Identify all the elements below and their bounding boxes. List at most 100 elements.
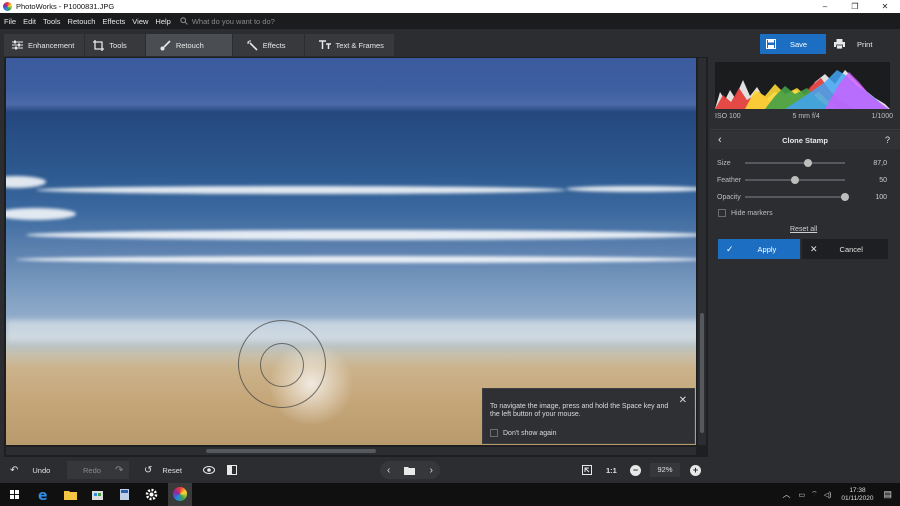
- menu-edit[interactable]: Edit: [23, 17, 36, 26]
- hide-markers-checkbox[interactable]: Hide markers: [718, 209, 773, 217]
- bottom-toolbar: ↶ Undo Redo ↷ ↺ Reset ‹ › 1:1 − 92% +: [0, 457, 710, 483]
- store-icon[interactable]: [89, 486, 106, 503]
- vertical-scroll-thumb[interactable]: [700, 313, 704, 433]
- next-image-button[interactable]: ›: [430, 465, 433, 476]
- close-window-button[interactable]: ✕: [870, 0, 900, 13]
- system-clock[interactable]: 17:38 01/11/2020: [841, 487, 873, 503]
- zoom-in-button[interactable]: +: [690, 461, 701, 479]
- close-icon[interactable]: ✕: [679, 395, 687, 406]
- feather-slider-track[interactable]: [745, 176, 845, 184]
- zoom-level[interactable]: 92%: [650, 463, 680, 477]
- print-button-label: Print: [857, 39, 873, 49]
- apply-button[interactable]: ✓ Apply: [718, 239, 800, 259]
- cancel-label: Cancel: [839, 244, 863, 254]
- size-slider-track[interactable]: [745, 159, 845, 167]
- size-slider-handle[interactable]: [804, 159, 812, 167]
- beach-photo[interactable]: [6, 58, 696, 445]
- size-value[interactable]: 87,0: [873, 160, 887, 167]
- redo-label: Redo: [83, 465, 101, 475]
- window-controls: – ❐ ✕: [810, 0, 900, 13]
- zoom-out-button[interactable]: −: [630, 461, 641, 479]
- print-button[interactable]: Print: [828, 34, 888, 54]
- battery-icon[interactable]: ▭: [798, 491, 805, 499]
- notifications-icon[interactable]: ▤: [883, 489, 892, 500]
- actual-size-button[interactable]: 1:1: [606, 461, 617, 479]
- horizontal-scrollbar[interactable]: [6, 447, 696, 455]
- menu-help[interactable]: Help: [155, 17, 170, 26]
- tab-enhancement[interactable]: Enhancement: [4, 34, 85, 56]
- tab-retouch[interactable]: Retouch: [145, 34, 232, 56]
- menu-retouch[interactable]: Retouch: [68, 17, 96, 26]
- edge-browser-icon[interactable]: e: [35, 486, 52, 503]
- menu-view[interactable]: View: [132, 17, 148, 26]
- title-bar: PhotoWorks - P1000831.JPG – ❐ ✕: [0, 0, 900, 13]
- image-navigation: ‹ ›: [380, 461, 440, 479]
- navigation-tip-text: To navigate the image, press and hold th…: [490, 403, 669, 418]
- dont-show-again-label: Don't show again: [503, 429, 557, 437]
- menu-tools[interactable]: Tools: [43, 17, 61, 26]
- clone-brush-inner-ring[interactable]: [260, 343, 304, 387]
- cancel-button[interactable]: ✕ Cancel: [802, 239, 888, 259]
- opacity-value[interactable]: 100: [875, 194, 887, 201]
- horizontal-scroll-thumb[interactable]: [206, 449, 376, 453]
- size-label: Size: [717, 159, 731, 167]
- file-explorer-icon[interactable]: [62, 486, 79, 503]
- feather-value[interactable]: 50: [879, 177, 887, 184]
- tab-enhancement-label: Enhancement: [28, 40, 75, 50]
- windows-start-icon[interactable]: [6, 486, 23, 503]
- save-button[interactable]: Save: [760, 34, 826, 54]
- right-panel: ISO 100 5 mm f/4 1/1000 ‹ Clone Stamp ? …: [710, 57, 900, 483]
- actual-size-label: 1:1: [606, 465, 617, 475]
- previous-image-button[interactable]: ‹: [387, 465, 390, 476]
- hide-markers-label: Hide markers: [731, 209, 773, 217]
- exif-iso: ISO 100: [715, 113, 741, 120]
- tab-effects[interactable]: Effects: [232, 34, 304, 56]
- opacity-slider-handle[interactable]: [841, 193, 849, 201]
- tab-retouch-label: Retouch: [175, 40, 204, 50]
- fit-to-screen-button[interactable]: [582, 461, 592, 479]
- compare-button[interactable]: [227, 461, 237, 479]
- menu-effects[interactable]: Effects: [102, 17, 125, 26]
- chevron-up-icon[interactable]: ︿: [782, 489, 790, 500]
- feather-slider-handle[interactable]: [791, 176, 799, 184]
- clock-date: 01/11/2020: [841, 494, 874, 502]
- menu-file[interactable]: File: [4, 17, 16, 26]
- mode-tabs: Enhancement Tools Retouch Effects Text &…: [4, 34, 395, 56]
- fit-screen-icon: [582, 465, 592, 475]
- floppy-disk-icon: [766, 39, 776, 49]
- command-search[interactable]: What do you want to do?: [180, 17, 275, 26]
- back-arrow-icon[interactable]: ‹: [718, 134, 722, 146]
- dont-show-again-checkbox[interactable]: Don't show again: [490, 429, 556, 437]
- text-icon: [318, 40, 331, 49]
- volume-icon[interactable]: ◁): [824, 491, 832, 499]
- reset-button[interactable]: ↺ Reset: [144, 461, 182, 479]
- feather-label: Feather: [717, 176, 742, 184]
- photoworks-taskbar-button[interactable]: [168, 483, 192, 506]
- command-search-placeholder: What do you want to do?: [191, 16, 275, 26]
- calculator-icon[interactable]: [116, 486, 133, 503]
- exif-shutter: 1/1000: [871, 113, 893, 120]
- opacity-slider-track[interactable]: [745, 193, 849, 201]
- help-icon[interactable]: ?: [885, 135, 890, 145]
- wave-crest: [16, 256, 696, 263]
- checkbox-icon: [490, 429, 498, 437]
- network-icon[interactable]: ⌔: [811, 490, 818, 499]
- minimize-button[interactable]: –: [810, 0, 840, 13]
- apply-label: Apply: [757, 244, 777, 254]
- histogram-graph: [715, 70, 890, 109]
- checkmark-icon: ✓: [726, 243, 734, 254]
- maximize-button[interactable]: ❐: [840, 0, 870, 13]
- vertical-scrollbar[interactable]: [698, 58, 706, 445]
- tab-tools[interactable]: Tools: [85, 34, 145, 56]
- reset-all-link[interactable]: Reset all: [790, 226, 817, 233]
- system-tray: ︿ ▭ ⌔ ◁) 17:38 01/11/2020 ▤: [782, 483, 900, 506]
- clone-stamp-header: ‹ Clone Stamp ?: [710, 131, 900, 149]
- sliders-icon: [12, 40, 23, 50]
- redo-button[interactable]: Redo ↷: [67, 461, 129, 479]
- folder-icon[interactable]: [404, 466, 416, 475]
- preview-toggle-button[interactable]: [203, 461, 215, 479]
- app-logo-icon: [3, 2, 12, 11]
- settings-gear-icon[interactable]: [143, 486, 160, 503]
- undo-button[interactable]: ↶ Undo: [10, 461, 50, 479]
- tab-text-frames[interactable]: Text & Frames: [304, 34, 394, 56]
